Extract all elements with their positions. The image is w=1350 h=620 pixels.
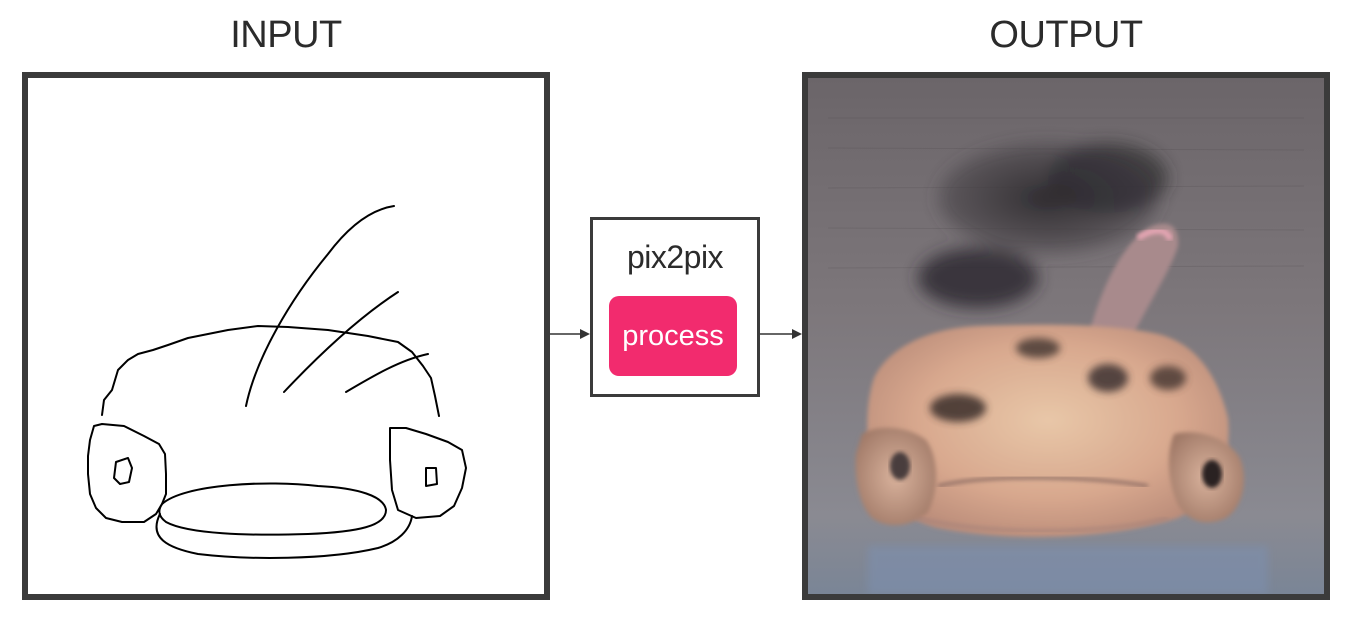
output-title: OUTPUT — [989, 14, 1143, 56]
sketch-hair-strand — [283, 291, 399, 393]
sketch-drawing — [87, 205, 467, 559]
process-button[interactable]: process — [609, 296, 737, 376]
sketch-left-ear-inner — [113, 457, 133, 485]
model-name: pix2pix — [626, 239, 724, 275]
sketch-hair-strand — [345, 353, 429, 393]
generated-image — [808, 78, 1324, 594]
sketch-chin — [155, 513, 413, 559]
arrow-right-icon — [760, 329, 802, 339]
input-drawing-canvas[interactable] — [22, 72, 550, 600]
sketch-right-ear-inner — [425, 467, 438, 487]
processor-box: pix2pix process — [590, 217, 760, 397]
output-generated-image — [802, 72, 1330, 600]
sketch-mouth — [158, 482, 387, 536]
sketch-left-ear — [87, 423, 167, 523]
arrow-right-icon — [550, 329, 590, 339]
input-title: INPUT — [230, 14, 342, 56]
sketch-right-ear — [389, 427, 467, 519]
